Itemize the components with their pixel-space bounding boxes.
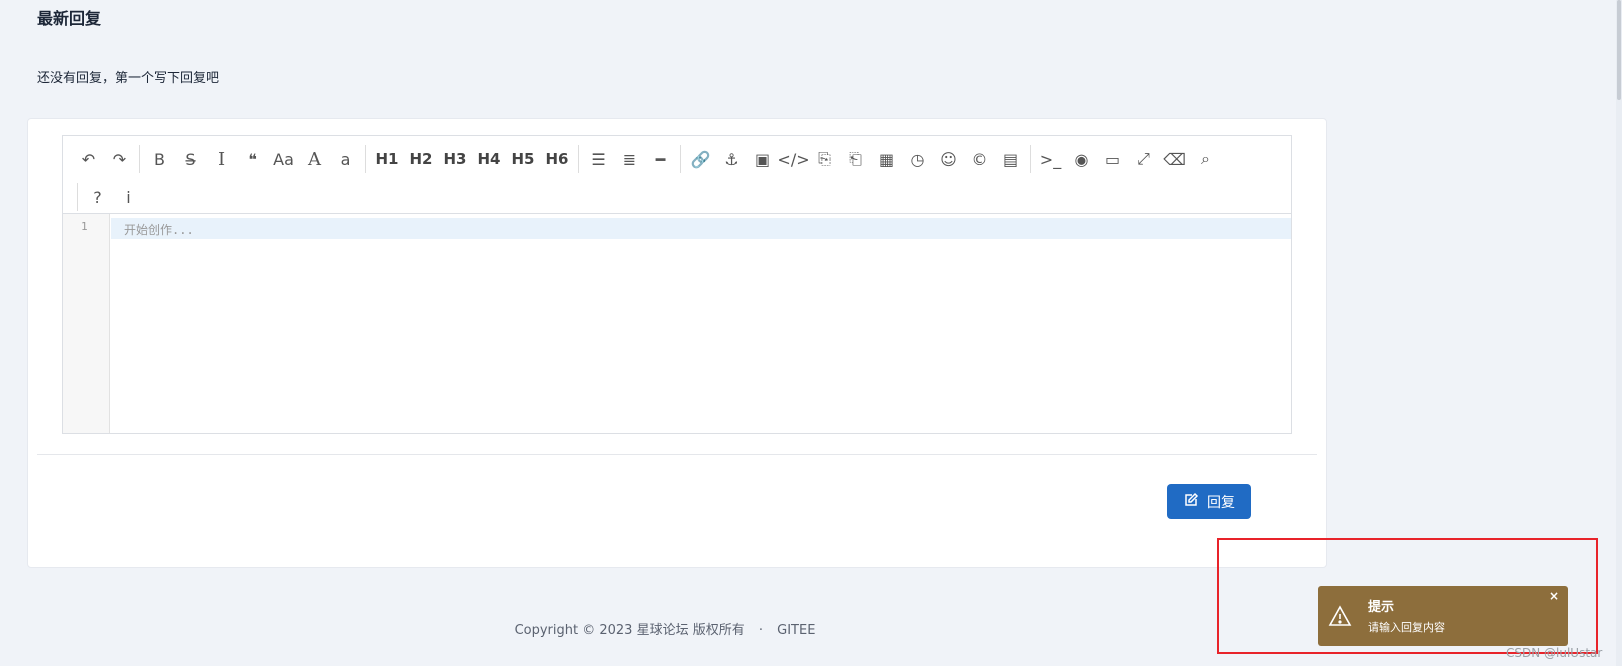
horizontal-rule-icon[interactable]: ━ (645, 144, 676, 174)
lowercase-icon[interactable]: a (330, 144, 361, 174)
fullscreen-icon[interactable]: ⤢ (1128, 144, 1159, 174)
toast-notification: 提示 请输入回复内容 × (1318, 586, 1568, 646)
anchor-icon[interactable]: ⚓ (716, 144, 747, 174)
toolbar-separator (139, 145, 140, 173)
toast-title: 提示 (1368, 600, 1395, 615)
reply-button[interactable]: 回复 (1167, 484, 1251, 519)
search-icon[interactable]: ⌕ (1190, 144, 1221, 174)
h3-button[interactable]: H3 (438, 144, 472, 174)
code-icon[interactable]: </> (777, 144, 809, 174)
terminal-icon[interactable]: >_ (1035, 144, 1066, 174)
watch-icon[interactable]: ◉ (1066, 144, 1097, 174)
info-icon[interactable]: i (113, 182, 144, 212)
reply-button-label: 回复 (1207, 494, 1235, 511)
markdown-editor: ↶ ↷ B S̶ I ❝ Aa Aa H1 H2 H3 H4 H5 H6 ☰ ≣ ━ 🔗 ⚓ ▣ </> ⎘ ⎗ ▦ ◷ ☺ © ▤ >… (62, 135, 1292, 434)
line-gutter (63, 214, 110, 433)
bold-icon[interactable]: B (144, 144, 175, 174)
toast-message: 请输入回复内容 (1368, 621, 1445, 634)
toolbar-row-2: ? i (73, 180, 1291, 214)
toast-close-button[interactable]: × (1549, 589, 1559, 603)
table-icon[interactable]: ▦ (871, 144, 902, 174)
h1-button[interactable]: H1 (370, 144, 404, 174)
editor-toolbar: ↶ ↷ B S̶ I ❝ Aa Aa H1 H2 H3 H4 H5 H6 ☰ ≣ ━ 🔗 ⚓ ▣ </> ⎘ ⎗ ▦ ◷ ☺ © ▤ >… (63, 136, 1291, 214)
editor-placeholder: 开始创作... (124, 223, 194, 237)
line-number: 1 (81, 220, 88, 233)
uppercase-word-icon[interactable]: A (299, 144, 330, 174)
pagebreak-icon[interactable]: ▤ (995, 144, 1026, 174)
reply-card: ↶ ↷ B S̶ I ❝ Aa Aa H1 H2 H3 H4 H5 H6 ☰ ≣ ━ 🔗 ⚓ ▣ </> ⎘ ⎗ ▦ ◷ ☺ © ▤ >… (27, 118, 1327, 568)
code-block-icon[interactable]: ⎗ (840, 144, 871, 174)
quote-icon[interactable]: ❝ (237, 144, 268, 174)
h2-button[interactable]: H2 (404, 144, 438, 174)
unordered-list-icon[interactable]: ☰ (583, 144, 614, 174)
footer-separator: · (758, 623, 763, 638)
h4-button[interactable]: H4 (472, 144, 506, 174)
toolbar-separator (680, 145, 681, 173)
redo-icon[interactable]: ↷ (104, 144, 135, 174)
image-icon[interactable]: ▣ (747, 144, 778, 174)
editor-body[interactable]: 1 开始创作... (63, 214, 1291, 433)
gitee-link[interactable]: GITEE (777, 623, 815, 638)
h5-button[interactable]: H5 (506, 144, 540, 174)
card-divider (37, 454, 1317, 455)
toolbar-separator (1030, 145, 1031, 173)
undo-icon[interactable]: ↶ (73, 144, 104, 174)
section-title: 最新回复 (37, 9, 102, 28)
help-icon[interactable]: ? (82, 182, 113, 212)
toolbar-row-1: ↶ ↷ B S̶ I ❝ Aa Aa H1 H2 H3 H4 H5 H6 ☰ ≣ ━ 🔗 ⚓ ▣ </> ⎘ ⎗ ▦ ◷ ☺ © ▤ >… (73, 142, 1291, 176)
html-entities-icon[interactable]: © (964, 144, 995, 174)
scrollbar-thumb[interactable] (1617, 0, 1621, 100)
toolbar-separator (578, 145, 579, 173)
scrollbar[interactable] (1616, 0, 1622, 666)
clear-icon[interactable]: ⌫ (1159, 144, 1190, 174)
toolbar-separator (365, 145, 366, 173)
strikethrough-icon[interactable]: S̶ (175, 144, 206, 174)
copyright-text: Copyright © 2023 星球论坛 版权所有 (514, 623, 745, 638)
preformatted-code-icon[interactable]: ⎘ (809, 144, 840, 174)
datetime-icon[interactable]: ◷ (902, 144, 933, 174)
empty-replies-message: 还没有回复，第一个写下回复吧 (37, 71, 220, 86)
active-line-highlight (111, 218, 1291, 239)
ordered-list-icon[interactable]: ≣ (614, 144, 645, 174)
edit-icon (1183, 492, 1199, 512)
h6-button[interactable]: H6 (540, 144, 574, 174)
link-icon[interactable]: 🔗 (685, 144, 716, 174)
emoji-icon[interactable]: ☺ (933, 144, 964, 174)
warning-icon (1328, 604, 1352, 628)
italic-icon[interactable]: I (206, 144, 237, 174)
watermark: CSDN @lulUstar (1506, 646, 1603, 660)
uppercase-icon[interactable]: Aa (268, 144, 299, 174)
toolbar-separator (77, 183, 78, 211)
preview-icon[interactable]: ▭ (1097, 144, 1128, 174)
footer: Copyright © 2023 星球论坛 版权所有 · GITEE (0, 619, 1330, 638)
